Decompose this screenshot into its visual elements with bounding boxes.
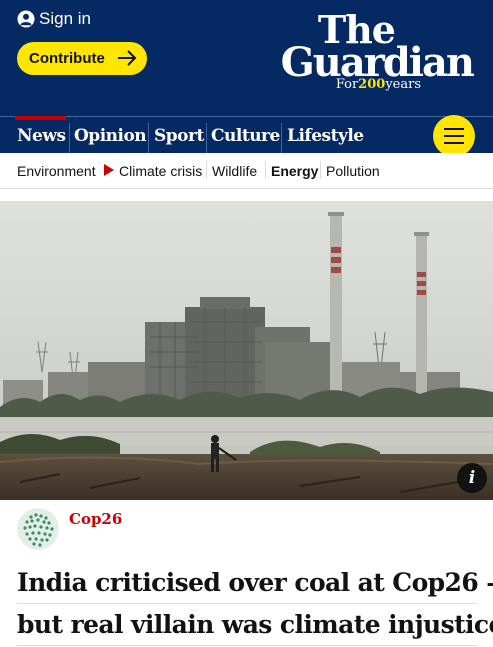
guardian-logo[interactable]: The Guardian For200years — [273, 10, 475, 94]
subnav-divider — [206, 161, 207, 179]
contribute-label: Contribute — [29, 50, 105, 67]
power-plant-photo — [0, 202, 493, 500]
logo-tagline: For200years — [336, 77, 421, 92]
sign-in-link[interactable]: Sign in — [17, 8, 91, 30]
tagline-suffix: years — [385, 77, 421, 92]
pillar-divider — [148, 123, 149, 153]
arrow-right-icon — [118, 50, 137, 66]
pillar-lifestyle[interactable]: Lifestyle — [287, 117, 364, 153]
tagline-number: 200 — [358, 77, 386, 92]
contribute-button[interactable]: Contribute — [17, 42, 147, 75]
pillar-culture[interactable]: Culture — [211, 117, 280, 153]
sign-in-label: Sign in — [39, 9, 91, 28]
hamburger-icon — [444, 142, 464, 144]
pillar-divider — [69, 123, 70, 153]
subnav-item-wildlife[interactable]: Wildlife — [212, 163, 257, 180]
subnav-item-pollution[interactable]: Pollution — [326, 163, 380, 180]
pillar-opinion[interactable]: Opinion — [74, 117, 147, 153]
subnav-item-environment[interactable]: Environment — [17, 163, 96, 180]
pillar-sport[interactable]: Sport — [154, 117, 204, 153]
subnav-item-energy[interactable]: Energy — [271, 163, 318, 180]
menu-button[interactable] — [433, 115, 475, 157]
subnav-item-climate-crisis[interactable]: Climate crisis — [119, 163, 202, 180]
hamburger-icon — [444, 128, 464, 130]
cop26-series-logo — [17, 508, 59, 550]
pillar-news[interactable]: News — [15, 116, 66, 153]
image-info-button[interactable]: i — [457, 463, 487, 493]
subnav-divider — [320, 161, 321, 179]
headline-line: India criticised over coal at Cop26 – — [17, 562, 493, 604]
article-headline: India criticised over coal at Cop26 – bu… — [17, 562, 493, 646]
pillar-divider — [281, 123, 282, 153]
hero-image — [0, 201, 493, 500]
tagline-prefix: For — [335, 77, 359, 92]
headline-line: but real villain was climate injustice — [17, 604, 493, 646]
pillar-divider — [206, 123, 207, 153]
subnav-divider — [265, 161, 266, 179]
series-kicker[interactable]: Cop26 — [69, 510, 122, 528]
masthead: Sign in Contribute The Guardian For200ye… — [0, 0, 493, 116]
play-triangle-icon — [104, 164, 114, 176]
hamburger-icon — [444, 135, 464, 137]
pillar-nav: News Opinion Sport Culture Lifestyle — [0, 116, 493, 153]
user-icon — [17, 10, 35, 28]
